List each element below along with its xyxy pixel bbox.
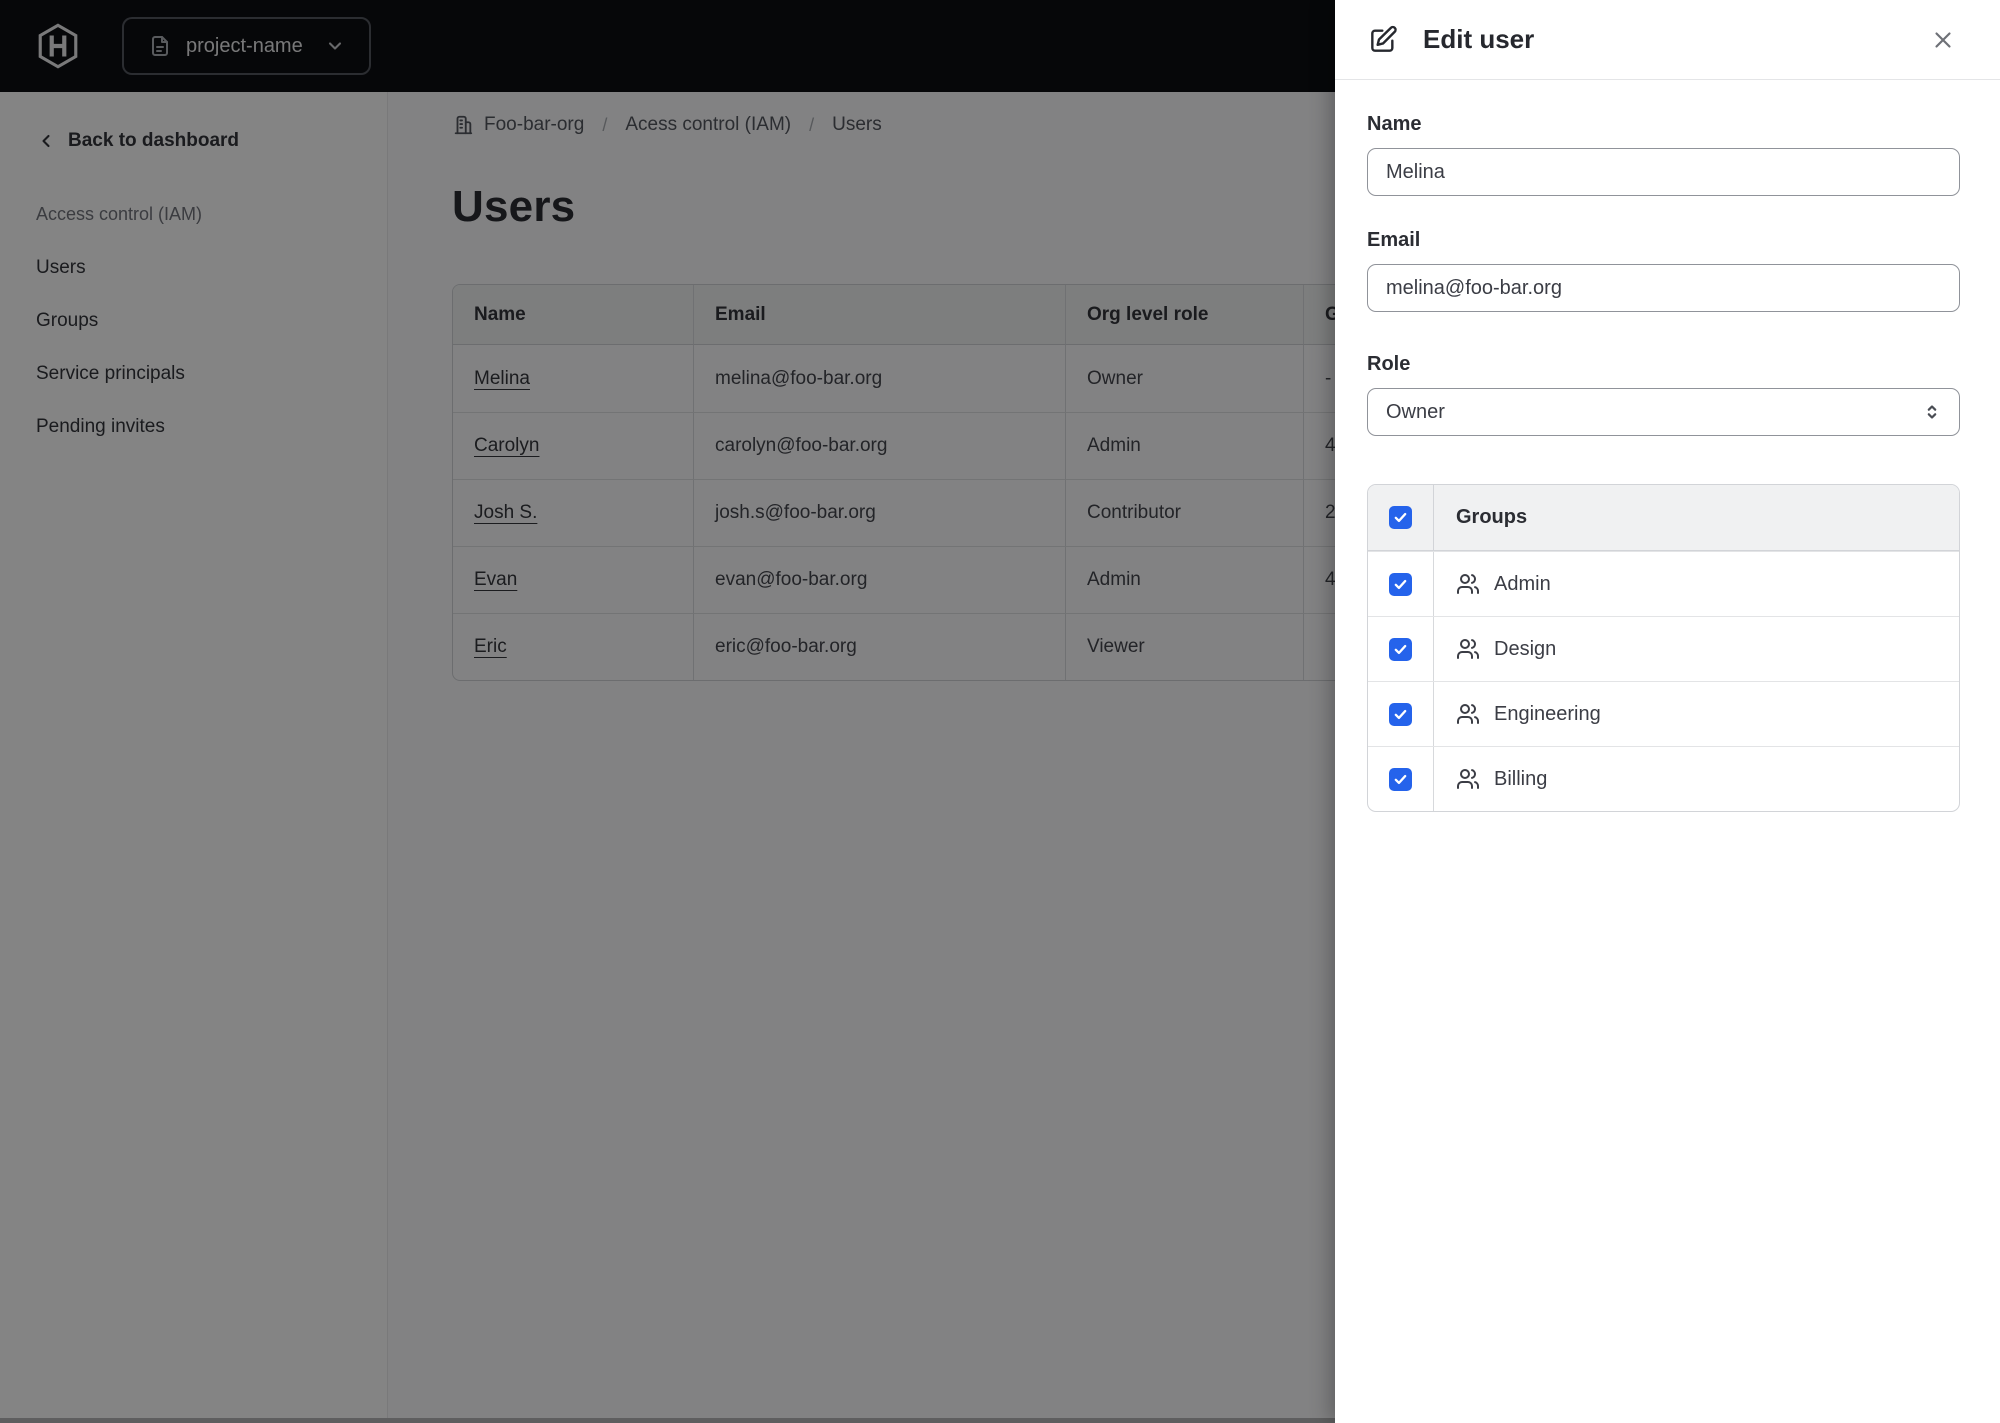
group-checkbox-admin[interactable] [1389,572,1412,596]
group-row-design: Design [1368,616,1959,681]
select-all-groups-checkbox[interactable] [1389,506,1412,529]
groups-header-label: Groups [1456,506,1528,528]
name-field-label: Name [1367,113,1422,135]
groups-card: Groups Admin Design Engineering Billing [1367,484,1960,812]
email-field-label: Email [1367,229,1421,251]
edit-icon [1371,25,1397,52]
users-icon [1457,769,1479,789]
group-checkbox-engineering[interactable] [1389,702,1412,726]
group-checkbox-design[interactable] [1389,637,1412,661]
drawer-title: Edit user [1423,24,1535,54]
group-label-design: Design [1494,637,1557,660]
role-field-label: Role [1367,353,1411,375]
edit-user-drawer: Edit user Name Email Role Owner [1335,0,2000,1423]
group-label-billing: Billing [1494,767,1548,790]
role-select[interactable]: Owner [1367,388,1960,436]
groups-header-check-cell [1368,485,1434,550]
group-check-cell [1368,682,1434,746]
drawer-header: Edit user [1335,0,2000,80]
group-check-cell [1368,552,1434,616]
group-check-cell [1368,747,1434,811]
group-row-admin: Admin [1368,551,1959,616]
users-icon [1457,639,1479,659]
drawer-body: Name Email Role Owner Groups [1335,80,2000,812]
users-icon [1457,704,1479,724]
groups-header-row: Groups [1368,485,1959,551]
role-select-value: Owner [1386,400,1445,423]
group-row-billing: Billing [1368,746,1959,811]
group-row-engineering: Engineering [1368,681,1959,746]
name-field[interactable] [1367,148,1960,196]
select-caret-icon [1927,405,1937,419]
group-check-cell [1368,617,1434,681]
users-icon [1457,574,1479,594]
group-label-admin: Admin [1494,572,1551,595]
close-icon[interactable] [1926,23,1960,57]
group-label-engineering: Engineering [1494,702,1601,725]
email-field[interactable] [1367,264,1960,312]
group-checkbox-billing[interactable] [1389,767,1412,791]
